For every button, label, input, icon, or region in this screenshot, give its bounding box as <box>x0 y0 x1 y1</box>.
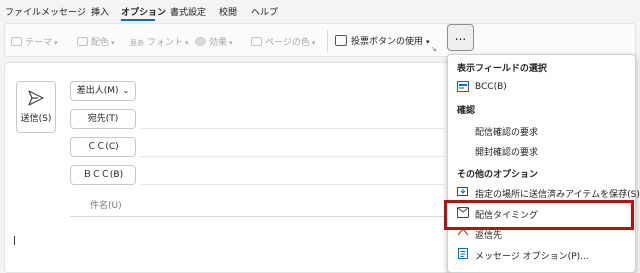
tab-message[interactable]: メッセージ <box>41 5 86 18</box>
tab-options[interactable]: オプション <box>121 5 166 18</box>
ribbon-divider <box>327 30 328 52</box>
vote-icon <box>335 35 347 46</box>
save-folder-icon <box>457 187 468 196</box>
to-button[interactable]: 宛先(T) <box>70 109 136 129</box>
chevron-right-icon: › <box>623 186 627 196</box>
tab-format[interactable]: 書式設定 <box>170 5 206 18</box>
more-options-menu: 表示フィールドの選択 BCC(B) 確認 配信確認の要求 開封確認の要求 その他… <box>447 54 640 273</box>
subject-label: 件名(U) <box>90 201 122 211</box>
highlight-box <box>444 200 634 230</box>
tab-review[interactable]: 校閲 <box>219 5 237 18</box>
tab-insert[interactable]: 挿入 <box>91 5 109 18</box>
tab-file[interactable]: ファイル <box>5 5 41 18</box>
send-label: 送信(S) <box>20 114 52 124</box>
paint-bucket-icon <box>251 37 262 46</box>
chevron-down-icon: ⌄ <box>122 86 130 95</box>
subject-field[interactable] <box>70 216 445 217</box>
vote-buttons-button[interactable]: 投票ボタンの使用 ▾ <box>335 34 430 47</box>
chevron-down-icon: ▾ <box>111 39 115 47</box>
effect-icon <box>195 37 206 46</box>
ribbon-tab-bar: ファイル メッセージ 挿入 オプション 書式設定 校閲 ヘルプ <box>0 0 640 22</box>
to-field[interactable] <box>140 128 445 129</box>
theme-icon <box>11 37 22 46</box>
tab-help[interactable]: ヘルプ <box>251 5 278 18</box>
menu-header-show-fields: 表示フィールドの選択 <box>457 64 547 74</box>
bcc-field[interactable] <box>140 184 445 185</box>
menu-item-bcc[interactable]: BCC(B) <box>475 82 507 92</box>
more-options-button[interactable]: ... <box>447 24 474 51</box>
palette-icon <box>77 37 88 46</box>
theme-button[interactable]: テーマ ▾ <box>11 35 58 48</box>
cc-field[interactable] <box>140 156 445 157</box>
dialog-launcher-icon[interactable]: ↘ <box>431 45 437 53</box>
font-button[interactable]: 亜あ フォント ▾ <box>130 35 189 48</box>
from-button[interactable]: 差出人(M) ⌄ <box>70 81 136 101</box>
menu-header-tracking: 確認 <box>457 106 476 116</box>
chevron-down-icon: ▾ <box>54 39 58 47</box>
cc-button[interactable]: ＣＣ(C) <box>70 137 136 157</box>
menu-item-delivery-receipt[interactable]: 配信確認の要求 <box>475 125 538 138</box>
chevron-down-icon: ▾ <box>185 39 189 47</box>
send-button[interactable]: 送信(S) <box>16 81 56 133</box>
ribbon-options: テーマ ▾ 配色 ▾ 亜あ フォント ▾ 効果 ▾ ページの色 ▾ 投票ボタンの使用 ▾ ↘ <box>4 23 636 57</box>
text-cursor: ǀ <box>13 235 16 246</box>
chevron-down-icon: ▾ <box>229 39 233 47</box>
message-options-icon <box>458 248 468 259</box>
chevron-down-icon: ▾ <box>426 38 430 46</box>
font-icon: 亜あ <box>130 39 144 47</box>
page-color-button[interactable]: ページの色 ▾ <box>251 35 315 48</box>
menu-item-save-sent-items[interactable]: 指定の場所に送信済みアイテムを保存(S) <box>475 187 640 200</box>
bcc-icon <box>457 81 469 92</box>
menu-item-message-options[interactable]: メッセージ オプション(P)... <box>475 249 589 262</box>
effect-button[interactable]: 効果 ▾ <box>195 35 233 48</box>
active-tab-indicator <box>121 19 155 21</box>
send-icon <box>28 90 44 106</box>
chevron-down-icon: ▾ <box>311 39 316 47</box>
menu-header-more-options: その他のオプション <box>457 170 539 180</box>
color-button[interactable]: 配色 ▾ <box>77 35 115 48</box>
bcc-button[interactable]: ＢＣＣ(B) <box>70 165 136 185</box>
menu-item-read-receipt[interactable]: 開封確認の要求 <box>475 145 538 158</box>
